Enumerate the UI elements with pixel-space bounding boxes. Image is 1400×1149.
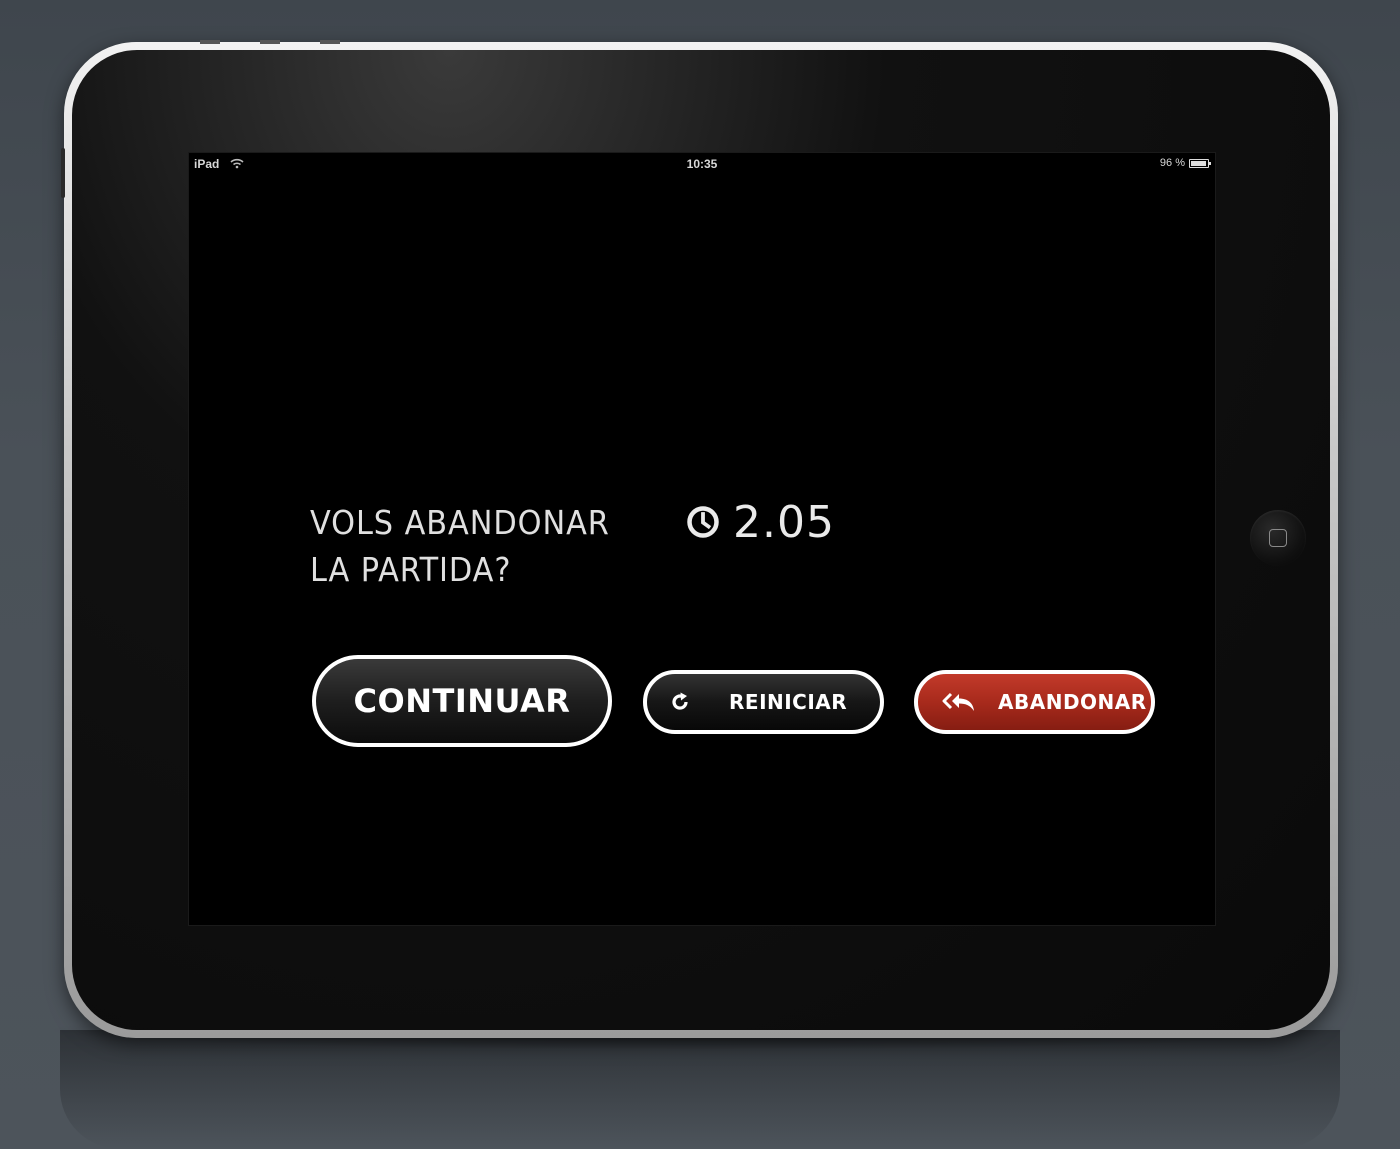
continue-button[interactable]: CONTINUAR (312, 655, 612, 747)
reply-all-icon (942, 692, 974, 711)
device-side-switch (61, 148, 65, 198)
status-bar: iPad 10:35 96 % (189, 153, 1215, 173)
abandon-question: VOLS ABANDONAR LA PARTIDA? (310, 499, 650, 593)
abandon-button-label: ABANDONAR (998, 690, 1147, 714)
abandon-button[interactable]: ABANDONAR (914, 670, 1155, 734)
refresh-icon (672, 692, 688, 710)
status-time: 10:35 (686, 157, 718, 171)
battery-fill (1191, 161, 1207, 166)
restart-button-label: REINICIAR (729, 690, 848, 714)
home-square-icon (1269, 529, 1287, 547)
restart-button[interactable]: REINICIAR (643, 670, 884, 734)
continue-button-label: CONTINUAR (353, 682, 571, 720)
app-screen: iPad 10:35 96 % VOLS ABANDONAR LA PARTID… (188, 152, 1216, 926)
question-line-2: LA PARTIDA? (310, 550, 512, 589)
battery-icon (1189, 159, 1211, 168)
game-timer: 2.05 (686, 496, 835, 548)
question-line-1: VOLS ABANDONAR (310, 503, 610, 542)
device-reflection (60, 1030, 1340, 1149)
clock-icon (687, 506, 719, 538)
home-button[interactable] (1250, 510, 1306, 566)
timer-value: 2.05 (733, 496, 835, 548)
device-top-buttons (200, 40, 350, 44)
battery-percent: 96 % (1159, 157, 1185, 169)
